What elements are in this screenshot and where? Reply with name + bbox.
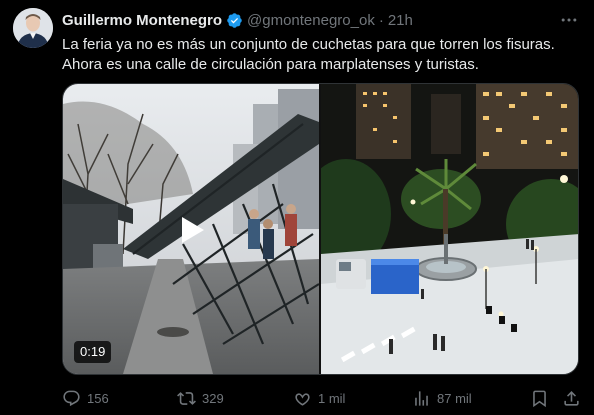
bookmark-icon (533, 390, 546, 407)
media-grid: 0:19 (62, 83, 579, 375)
share-button[interactable] (562, 386, 587, 410)
views-button[interactable]: 87 mil (412, 386, 472, 410)
repost-count: 329 (202, 390, 224, 406)
repost-button[interactable]: 329 (177, 386, 224, 410)
avatar[interactable] (13, 8, 53, 48)
video-thumbnail[interactable]: 0:19 (63, 84, 319, 374)
share-icon (564, 390, 579, 406)
separator-dot: · (378, 11, 384, 29)
more-icon[interactable] (559, 10, 579, 30)
tweet-text: La feria ya no es más un conjunto de cuc… (62, 35, 582, 75)
verified-badge-icon (227, 12, 242, 28)
timestamp[interactable]: 21h (388, 12, 413, 29)
like-button[interactable]: 1 mil (293, 386, 345, 410)
reply-count: 156 (87, 390, 109, 406)
tweet[interactable]: Guillermo Montenegro @gmontenegro_ok · 2… (0, 0, 594, 415)
repost-icon (177, 391, 196, 405)
photo-night-plaza[interactable] (321, 84, 578, 374)
like-icon (295, 392, 310, 406)
views-icon (415, 390, 428, 406)
author-name[interactable]: Guillermo Montenegro (62, 12, 222, 29)
action-bar: 156 329 1 mil 87 mil (62, 386, 582, 410)
tweet-header: Guillermo Montenegro @gmontenegro_ok · 2… (62, 10, 413, 30)
like-count: 1 mil (318, 390, 346, 406)
bookmark-button[interactable] (530, 386, 555, 410)
play-icon[interactable] (176, 214, 208, 246)
video-duration: 0:19 (74, 341, 112, 363)
author-handle[interactable]: @gmontenegro_ok (247, 12, 375, 29)
reply-icon (63, 390, 80, 406)
tweet-text-line: La feria ya no es más un conjunto de cuc… (62, 36, 555, 53)
views-count: 87 mil (437, 390, 472, 406)
reply-button[interactable]: 156 (62, 386, 109, 410)
tweet-text-line: Ahora es una calle de circulación para m… (62, 56, 479, 73)
